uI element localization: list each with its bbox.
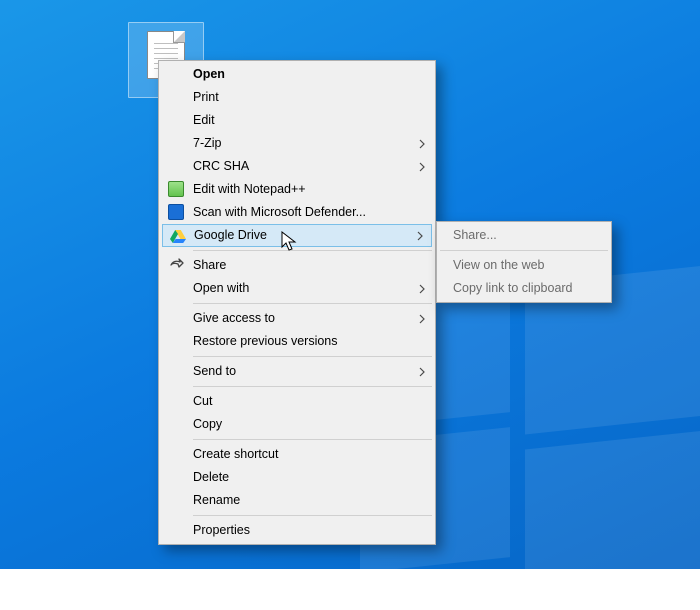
menu-item-label: Give access to — [193, 311, 275, 325]
menu-item-label: Share... — [453, 228, 497, 242]
submenu-item-view-web[interactable]: View on the web — [439, 254, 609, 277]
menu-separator — [193, 515, 432, 516]
menu-separator — [193, 303, 432, 304]
menu-item-label: Print — [193, 90, 219, 104]
menu-item-label: CRC SHA — [193, 159, 249, 173]
menu-item-label: Open — [193, 67, 225, 81]
context-menu: Open Print Edit 7-Zip CRC SHA Edit with … — [158, 60, 436, 545]
google-drive-icon — [170, 228, 186, 244]
menu-item-label: Send to — [193, 364, 236, 378]
menu-item-label: Edit with Notepad++ — [193, 182, 306, 196]
menu-item-send-to[interactable]: Send to — [161, 360, 433, 383]
menu-separator — [193, 386, 432, 387]
chevron-right-icon — [419, 277, 425, 300]
menu-item-label: Open with — [193, 281, 249, 295]
menu-item-open-with[interactable]: Open with — [161, 277, 433, 300]
notepadpp-icon — [168, 181, 184, 197]
chevron-right-icon — [417, 225, 423, 246]
menu-item-label: View on the web — [453, 258, 545, 272]
menu-item-label: Copy link to clipboard — [453, 281, 573, 295]
menu-item-share[interactable]: Share — [161, 254, 433, 277]
menu-item-delete[interactable]: Delete — [161, 466, 433, 489]
menu-item-copy[interactable]: Copy — [161, 413, 433, 436]
menu-separator — [193, 439, 432, 440]
menu-item-label: Properties — [193, 523, 250, 537]
menu-item-label: Create shortcut — [193, 447, 278, 461]
menu-item-edit[interactable]: Edit — [161, 109, 433, 132]
menu-item-scan-defender[interactable]: Scan with Microsoft Defender... — [161, 201, 433, 224]
menu-item-label: Cut — [193, 394, 212, 408]
submenu-item-copy-link[interactable]: Copy link to clipboard — [439, 277, 609, 300]
menu-item-rename[interactable]: Rename — [161, 489, 433, 512]
menu-separator — [193, 356, 432, 357]
menu-item-7zip[interactable]: 7-Zip — [161, 132, 433, 155]
menu-item-properties[interactable]: Properties — [161, 519, 433, 542]
menu-item-label: Google Drive — [194, 228, 267, 242]
submenu-item-share[interactable]: Share... — [439, 224, 609, 247]
menu-item-give-access[interactable]: Give access to — [161, 307, 433, 330]
menu-item-label: Restore previous versions — [193, 334, 338, 348]
menu-item-label: 7-Zip — [193, 136, 221, 150]
chevron-right-icon — [419, 155, 425, 178]
chevron-right-icon — [419, 132, 425, 155]
defender-shield-icon — [168, 204, 184, 220]
menu-item-label: Delete — [193, 470, 229, 484]
menu-item-cut[interactable]: Cut — [161, 390, 433, 413]
menu-item-label: Rename — [193, 493, 240, 507]
menu-item-print[interactable]: Print — [161, 86, 433, 109]
share-icon — [168, 257, 184, 273]
desktop-background[interactable]: IV Open Print Edit 7-Zip CRC SHA Edit wi… — [0, 0, 700, 569]
chevron-right-icon — [419, 307, 425, 330]
menu-separator — [440, 250, 608, 251]
menu-item-label: Scan with Microsoft Defender... — [193, 205, 366, 219]
menu-separator — [193, 250, 432, 251]
menu-item-open[interactable]: Open — [161, 63, 433, 86]
menu-item-label: Edit — [193, 113, 215, 127]
menu-item-create-shortcut[interactable]: Create shortcut — [161, 443, 433, 466]
menu-item-restore-previous[interactable]: Restore previous versions — [161, 330, 433, 353]
menu-item-edit-notepadpp[interactable]: Edit with Notepad++ — [161, 178, 433, 201]
chevron-right-icon — [419, 360, 425, 383]
menu-item-google-drive[interactable]: Google Drive — [162, 224, 432, 247]
menu-item-crc-sha[interactable]: CRC SHA — [161, 155, 433, 178]
menu-item-label: Copy — [193, 417, 222, 431]
context-submenu-google-drive: Share... View on the web Copy link to cl… — [436, 221, 612, 303]
menu-item-label: Share — [193, 258, 226, 272]
